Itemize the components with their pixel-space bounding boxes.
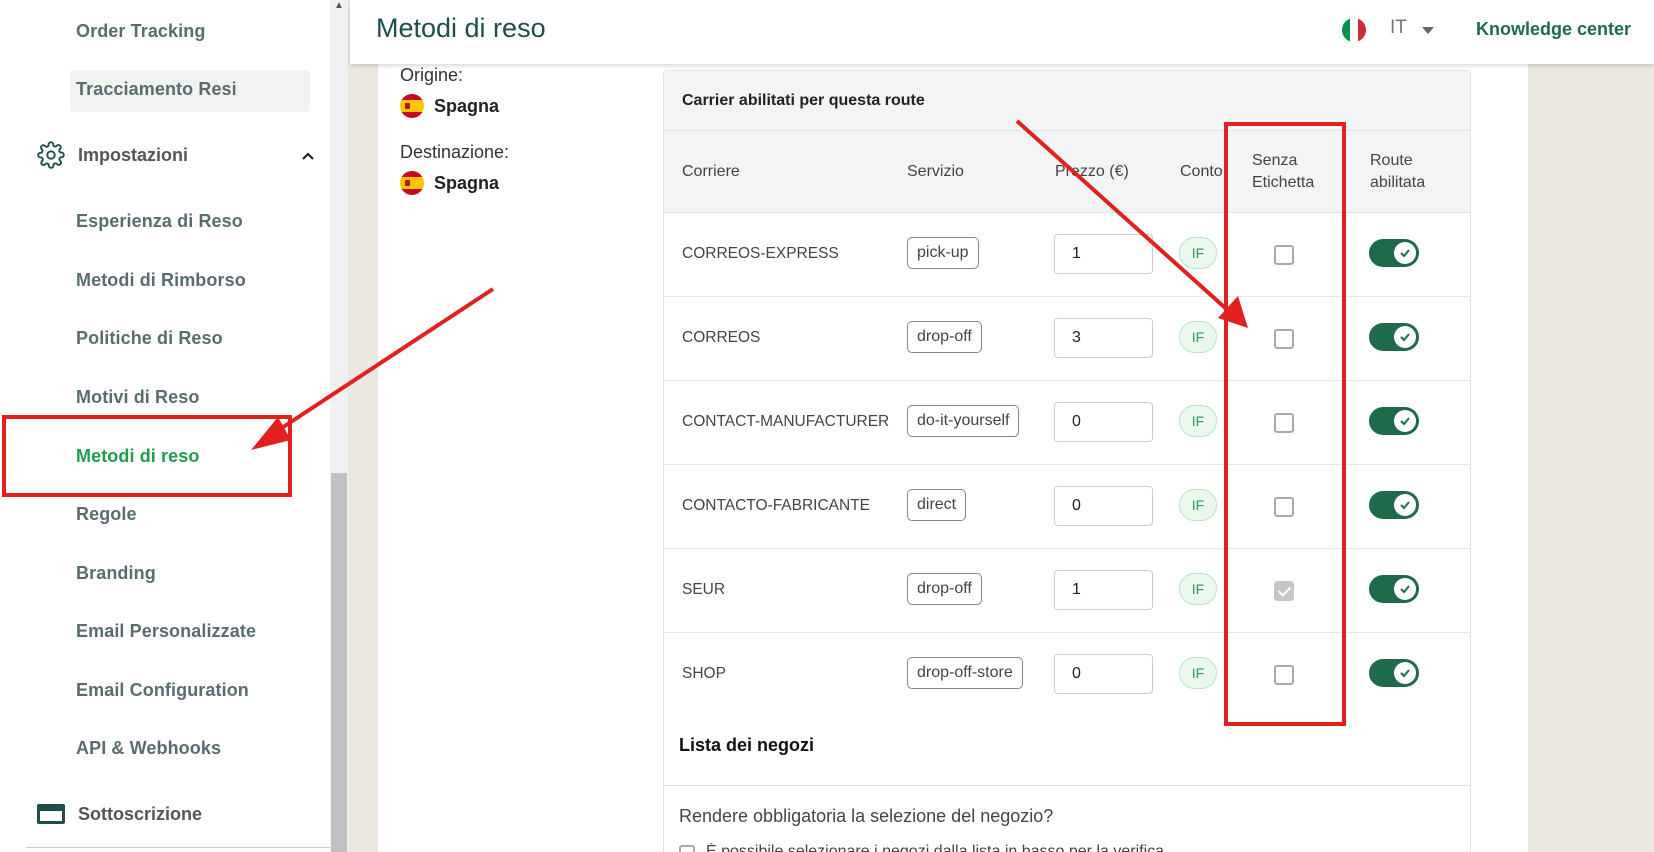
price-input[interactable]: 1 <box>1054 570 1153 610</box>
sidebar-item-rimborso[interactable]: Metodi di Rimborso <box>76 270 246 291</box>
check-icon <box>1394 326 1416 348</box>
account-badge: IF <box>1179 573 1217 605</box>
knowledge-center-link[interactable]: Knowledge center <box>1476 19 1631 40</box>
route-enabled-toggle[interactable] <box>1369 239 1419 267</box>
sidebar-item-motivi[interactable]: Motivi di Reso <box>76 387 199 408</box>
table-row: CORREOS-EXPRESS pick-up 1 IF <box>664 213 1470 297</box>
destination-label: Destinazione: <box>400 142 510 162</box>
route-enabled-toggle[interactable] <box>1369 575 1419 603</box>
route-enabled-toggle[interactable] <box>1369 491 1419 519</box>
carrier-name: CORREOS <box>682 329 761 346</box>
table-header: Corriere Servizio Prezzo (€) Conto Senza… <box>664 131 1470 213</box>
gear-icon <box>36 140 66 170</box>
carrier-name: SEUR <box>682 581 726 598</box>
chevron-up-icon[interactable] <box>298 146 318 166</box>
sidebar-section-label: Impostazioni <box>78 144 189 165</box>
sidebar-divider <box>26 847 330 848</box>
credit-card-icon <box>36 799 66 829</box>
route-enabled-toggle[interactable] <box>1369 659 1419 687</box>
spain-flag-icon <box>400 94 424 118</box>
col-service: Servizio <box>907 163 964 180</box>
store-checkbox[interactable] <box>679 845 695 852</box>
account-badge: IF <box>1179 489 1217 521</box>
italy-flag-icon[interactable] <box>1342 18 1366 42</box>
route-enabled-toggle[interactable] <box>1369 323 1419 351</box>
route-enabled-toggle[interactable] <box>1369 407 1419 435</box>
sidebar-item-order-tracking[interactable]: Order Tracking <box>76 21 205 42</box>
carrier-name: CONTACT-MANUFACTURER <box>682 413 890 430</box>
annotation-box-sidebar <box>2 415 292 497</box>
price-input[interactable]: 0 <box>1054 654 1153 694</box>
service-tag: pick-up <box>907 237 979 269</box>
price-input[interactable]: 0 <box>1054 486 1153 526</box>
store-required-question: Rendere obbligatoria la selezione del ne… <box>679 806 1054 826</box>
origin-country: Spagna <box>400 94 499 118</box>
account-badge: IF <box>1179 405 1217 437</box>
destination-country: Spagna <box>400 171 499 195</box>
sidebar-item-email-personalizzate[interactable]: Email Personalizzate <box>76 621 256 642</box>
table-row: CONTACT-MANUFACTURER do-it-yourself 0 IF <box>664 381 1470 465</box>
stores-title: Lista dei negozi <box>679 735 815 755</box>
carrier-name: SHOP <box>682 665 726 682</box>
carriers-card-title: Carrier abilitati per questa route <box>682 92 925 109</box>
sidebar-item-tracciamento-resi[interactable]: Tracciamento Resi <box>76 79 237 100</box>
sidebar-section-subscription[interactable]: Sottoscrizione <box>36 799 202 829</box>
carriers-card-header: Carrier abilitati per questa route <box>664 71 1470 131</box>
origin-label: Origine: <box>400 65 464 85</box>
table-row: CORREOS drop-off 3 IF <box>664 297 1470 381</box>
carrier-name: CORREOS-EXPRESS <box>682 245 839 262</box>
sidebar-item-api-webhooks[interactable]: API & Webhooks <box>76 738 221 759</box>
spain-flag-icon <box>400 171 424 195</box>
destination-country-name: Spagna <box>434 172 500 193</box>
price-input[interactable]: 3 <box>1054 318 1153 358</box>
price-input[interactable]: 0 <box>1054 402 1153 442</box>
sidebar-item-email-configuration[interactable]: Email Configuration <box>76 680 249 701</box>
sidebar-item-politiche[interactable]: Politiche di Reso <box>76 328 223 349</box>
carrier-name: CONTACTO-FABRICANTE <box>682 497 871 514</box>
sidebar-item-regole[interactable]: Regole <box>76 504 137 525</box>
sidebar-scrollbar-thumb[interactable] <box>331 473 347 852</box>
check-icon <box>1394 578 1416 600</box>
sidebar-item-branding[interactable]: Branding <box>76 563 156 584</box>
page-title: Metodi di reso <box>376 13 546 43</box>
scroll-up-arrow-icon[interactable]: ▲ <box>333 0 345 12</box>
sidebar-item-esperienza[interactable]: Esperienza di Reso <box>76 211 243 232</box>
check-icon <box>1394 242 1416 264</box>
col-account: Conto <box>1180 163 1223 180</box>
price-input[interactable]: 1 <box>1054 234 1153 274</box>
table-row: SHOP drop-off-store 0 IF <box>664 633 1470 717</box>
account-badge: IF <box>1179 657 1217 689</box>
col-route-enabled-line1: Route <box>1370 152 1413 169</box>
account-badge: IF <box>1179 321 1217 353</box>
language-selector[interactable]: IT <box>1390 17 1407 39</box>
service-tag: drop-off <box>907 321 982 353</box>
col-price: Prezzo (€) <box>1055 163 1129 180</box>
section-divider <box>663 785 1471 786</box>
check-icon <box>1394 410 1416 432</box>
top-header: Metodi di reso IT Knowledge center <box>350 0 1654 64</box>
origin-country-name: Spagna <box>434 95 500 116</box>
store-checkbox-label: È possibile selezionare i negozi dalla l… <box>706 843 1165 852</box>
service-tag: drop-off <box>907 573 982 605</box>
col-carrier: Corriere <box>682 163 740 180</box>
table-row: CONTACTO-FABRICANTE direct 0 IF <box>664 465 1470 549</box>
service-tag: drop-off-store <box>907 657 1023 689</box>
annotation-box-column <box>1224 122 1346 726</box>
account-badge: IF <box>1179 237 1217 269</box>
caret-down-icon[interactable] <box>1422 27 1434 34</box>
check-icon <box>1394 494 1416 516</box>
sidebar-section-settings[interactable]: Impostazioni <box>36 140 188 170</box>
table-row: SEUR drop-off 1 IF <box>664 549 1470 633</box>
sidebar-section-label: Sottoscrizione <box>78 803 203 824</box>
col-route-enabled-line2: abilitata <box>1370 174 1426 191</box>
service-tag: direct <box>907 489 967 521</box>
col-route-enabled: Route abilitata <box>1370 150 1425 194</box>
check-icon <box>1394 662 1416 684</box>
service-tag: do-it-yourself <box>907 405 1020 437</box>
